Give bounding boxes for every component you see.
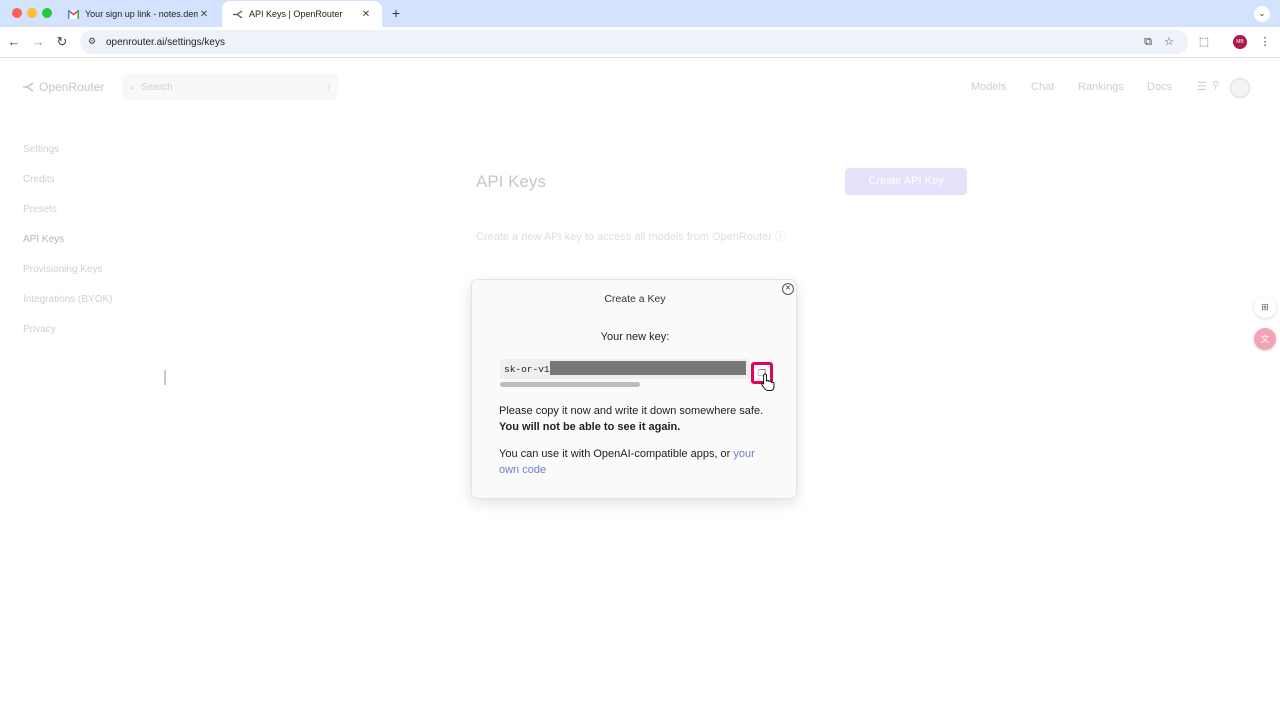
reload-icon[interactable]: ↻	[54, 34, 70, 50]
warning-text: Please copy it now and write it down som…	[499, 405, 764, 417]
sidebar-item-integrations[interactable]: Integrations (BYOK)	[23, 294, 112, 305]
new-key-label: Your new key:	[600, 331, 670, 343]
gmail-icon	[68, 9, 79, 19]
sidebar-item-settings[interactable]: Settings	[23, 144, 59, 155]
back-arrow-icon[interactable]: ←	[6, 34, 22, 50]
close-icon[interactable]: ✕	[360, 9, 372, 20]
subtitle-text: Create a new API key to access all model…	[476, 231, 772, 243]
install-app-icon[interactable]: ⧉	[1140, 34, 1156, 50]
nav-chat[interactable]: Chat	[1031, 81, 1054, 93]
nav-models[interactable]: Models	[971, 81, 1006, 93]
forward-arrow-icon[interactable]: →	[30, 34, 46, 50]
new-tab-icon[interactable]: +	[388, 4, 404, 22]
sidebar-item-presets[interactable]: Presets	[23, 204, 57, 215]
key-icon[interactable]: ⚲	[1212, 80, 1219, 91]
extensions-icon[interactable]: ⬚	[1196, 34, 1212, 50]
search-icon: ⌕	[130, 81, 136, 92]
side-widget-icon[interactable]: ⊞	[1254, 296, 1276, 318]
sidebar-item-privacy[interactable]: Privacy	[23, 324, 56, 335]
sidebar-item-api-keys[interactable]: API Keys	[23, 234, 64, 245]
sidebar-item-provisioning-keys[interactable]: Provisioning Keys	[23, 264, 102, 275]
sidebar-item-credits[interactable]: Credits	[23, 174, 55, 185]
close-icon[interactable]: ✕	[198, 9, 210, 20]
profile-avatar[interactable]: MB	[1233, 35, 1247, 49]
nav-rankings[interactable]: Rankings	[1078, 81, 1124, 93]
logo-text: OpenRouter	[39, 80, 105, 94]
browser-toolbar: ← → ↻ ⚙ openrouter.ai/settings/keys ⧉ ☆ …	[0, 27, 1280, 58]
more-menu-icon[interactable]: ⋮	[1257, 34, 1273, 50]
translate-icon[interactable]: 文	[1254, 328, 1276, 350]
url-text: openrouter.ai/settings/keys	[106, 36, 225, 48]
api-key-field[interactable]: sk-or-v1	[500, 359, 750, 379]
user-avatar[interactable]	[1230, 78, 1250, 98]
openrouter-icon	[232, 9, 243, 19]
tab-gmail[interactable]: Your sign up link - notes.dem ✕	[58, 1, 220, 27]
site-info-icon[interactable]: ⚙	[88, 36, 102, 48]
page-subtitle: Create a new API key to access all model…	[476, 228, 786, 244]
chevron-down-icon[interactable]: ⌄	[1254, 6, 1270, 22]
api-key-redacted	[550, 361, 746, 375]
tab-openrouter[interactable]: API Keys | OpenRouter ✕	[222, 1, 382, 27]
create-api-key-button[interactable]: Create API Key	[845, 168, 967, 195]
window-minimize-button[interactable]	[27, 8, 37, 18]
openrouter-logo-icon	[23, 82, 34, 92]
usage-text: You can use it with OpenAI-compatible ap…	[499, 448, 731, 460]
hand-cursor-icon	[761, 373, 775, 391]
tab-title: API Keys | OpenRouter	[249, 9, 343, 19]
usage-note: You can use it with OpenAI-compatible ap…	[499, 446, 769, 478]
copy-warning: Please copy it now and write it down som…	[499, 403, 769, 435]
key-scrollbar[interactable]	[500, 382, 750, 388]
window-maximize-button[interactable]	[42, 8, 52, 18]
create-key-modal: ✕ Create a Key Your new key: sk-or-v1 ❐ …	[471, 279, 797, 499]
modal-title: Create a Key	[604, 293, 666, 305]
info-icon[interactable]: ⓘ	[775, 231, 786, 243]
sidebar-divider	[164, 370, 166, 385]
api-key-prefix: sk-or-v1	[504, 363, 550, 375]
openrouter-logo[interactable]: OpenRouter	[22, 80, 104, 94]
search-placeholder: Search	[141, 81, 173, 93]
search-input[interactable]: ⌕ Search /	[122, 74, 338, 100]
hamburger-menu-icon[interactable]: ☰	[1197, 80, 1207, 93]
search-shortcut: /	[327, 82, 330, 92]
tab-title: Your sign up link - notes.dem	[85, 9, 198, 19]
page-title: API Keys	[476, 172, 546, 191]
window-close-button[interactable]	[12, 8, 22, 18]
browser-tab-bar: Your sign up link - notes.dem ✕ API Keys…	[0, 0, 1280, 27]
bookmark-star-icon[interactable]: ☆	[1161, 34, 1177, 50]
key-scrollbar-thumb[interactable]	[500, 382, 640, 387]
nav-docs[interactable]: Docs	[1147, 81, 1172, 93]
warning-bold-text: You will not be able to see it again.	[499, 421, 681, 433]
address-bar[interactable]: ⚙ openrouter.ai/settings/keys	[80, 30, 1188, 54]
